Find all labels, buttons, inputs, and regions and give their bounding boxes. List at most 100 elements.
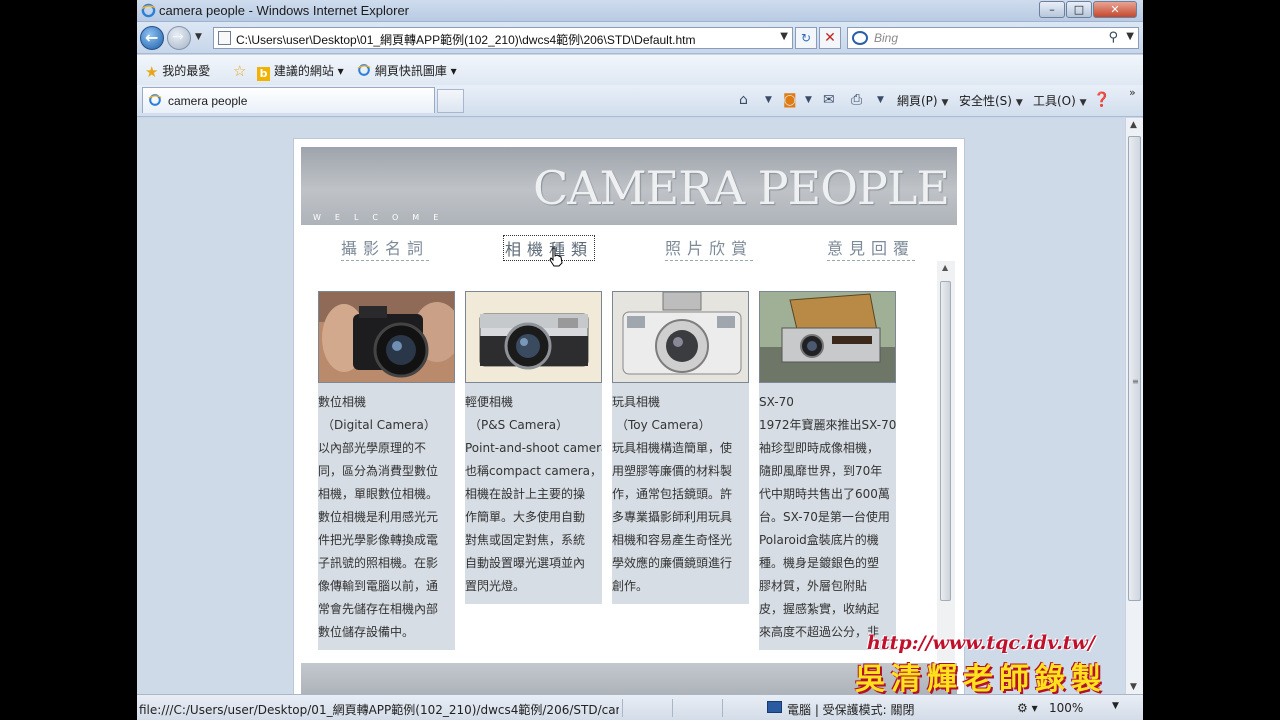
card-line: 子訊號的照相機。在影	[318, 556, 439, 570]
security-zone[interactable]: 電腦 | 受保護模式: 關閉	[787, 701, 915, 718]
favorites-button[interactable]: ★ 我的最愛	[145, 62, 210, 81]
scroll-down-icon[interactable]: ▼	[1130, 682, 1137, 692]
content-frame-scrollbar[interactable]: ▲	[937, 261, 955, 661]
print-icon[interactable]: ⎙	[851, 92, 862, 108]
screen: camera people - Windows Internet Explore…	[0, 0, 1280, 720]
card-line: 隨即風靡世界，到70年	[759, 464, 883, 478]
suggested-sites-link[interactable]: b 建議的網站 ▾	[257, 62, 344, 81]
web-slice-gallery-link[interactable]: 網頁快訊圖庫 ▾	[357, 62, 457, 79]
site-banner: CAMERA PEOPLE WELCOME	[301, 147, 957, 225]
video-watermark: http://www.tqc.idv.tw/ 吳清輝老師錄製	[855, 632, 1115, 697]
toy-camera-photo	[612, 291, 749, 383]
card-digital-camera: 數位相機 （Digital Camera） 以內部光學原理的不 同，區分為消費型…	[318, 291, 455, 650]
card-line: 常會先儲存在相機內部	[318, 602, 439, 616]
favorites-label: 我的最愛	[162, 64, 211, 78]
nav-link-feedback[interactable]: 意見回覆	[827, 235, 916, 261]
card-sx70: SX-70 1972年寶麗來推出SX-70 袖珍型即時成像相機， 隨即風靡世界，…	[759, 291, 896, 650]
zoom-dropdown-icon[interactable]: ▼	[1112, 701, 1119, 711]
card-line: 玩具相機構造簡單，使	[612, 441, 733, 455]
card-subtitle: 1972年寶麗來推出SX-70	[759, 418, 896, 432]
frame-scroll-thumb[interactable]	[940, 281, 951, 601]
web-slice-gallery-label: 網頁快訊圖庫 ▾	[374, 64, 457, 78]
status-divider	[672, 699, 673, 717]
ie-logo-icon	[141, 3, 156, 18]
status-divider	[622, 699, 623, 717]
add-favorite-button[interactable]: ☆	[233, 62, 246, 80]
page-menu[interactable]: 網頁(P) ▼	[897, 92, 948, 109]
home-dropdown-icon[interactable]: ▼	[765, 95, 772, 105]
card-point-and-shoot-text: 輕便相機 （P&S Camera） Point-and-shoot camera…	[465, 383, 602, 604]
card-line: 用塑膠等廉價的材料製	[612, 464, 733, 478]
safety-menu-label: 安全性(S)	[959, 94, 1012, 108]
tools-menu[interactable]: 工具(O) ▼	[1033, 92, 1087, 109]
address-url[interactable]: C:\Users\user\Desktop\01_網頁轉APP範例(102_21…	[236, 31, 696, 48]
maximize-button[interactable]: □	[1066, 1, 1092, 18]
card-line: 對焦或固定對焦，系統	[465, 533, 586, 547]
computer-zone-icon	[767, 701, 782, 713]
digital-camera-photo	[318, 291, 455, 383]
page-menu-label: 網頁(P)	[897, 94, 938, 108]
nav-link-photo-gallery[interactable]: 照片欣賞	[665, 235, 754, 261]
search-placeholder[interactable]: Bing	[874, 31, 898, 45]
add-star-icon: ☆	[233, 62, 247, 80]
back-button[interactable]	[140, 26, 164, 50]
page-icon	[218, 31, 231, 45]
nav-link-photo-terms[interactable]: 攝影名詞	[341, 235, 430, 261]
refresh-button[interactable]: ↻	[795, 27, 817, 49]
card-line: 也稱compact camera，	[465, 464, 602, 478]
welcome-text: WELCOME	[313, 213, 453, 222]
card-toy-camera: 玩具相機 （Toy Camera） 玩具相機構造簡單，使 用塑膠等廉價的材料製 …	[612, 291, 749, 604]
forward-button[interactable]	[167, 26, 191, 50]
tab-camera-people[interactable]: camera people	[142, 87, 435, 113]
scroll-up-icon[interactable]: ▲	[1130, 120, 1137, 130]
card-line: 創作。	[612, 579, 649, 593]
mail-icon[interactable]: ✉	[823, 92, 835, 108]
recent-pages-dropdown-icon[interactable]: ▼	[195, 32, 202, 42]
card-line: 多專業攝影師利用玩具	[612, 510, 733, 524]
window-title: camera people - Windows Internet Explore…	[159, 3, 410, 18]
card-subtitle: （Digital Camera）	[322, 418, 436, 432]
page-scrollbar[interactable]: ▲ ≡ ▼	[1125, 118, 1143, 694]
address-bar[interactable]: C:\Users\user\Desktop\01_網頁轉APP範例(102_21…	[213, 27, 793, 49]
stop-button[interactable]: ✕	[819, 27, 841, 49]
scroll-thumb[interactable]: ≡	[1128, 136, 1141, 601]
safety-menu[interactable]: 安全性(S) ▼	[959, 92, 1023, 109]
print-dropdown-icon[interactable]: ▼	[877, 95, 884, 105]
card-line: 台。SX-70是第一台使用	[759, 510, 890, 524]
favorites-bar: ★ 我的最愛 ☆ b 建議的網站 ▾ 網頁快訊圖庫 ▾	[137, 55, 1143, 85]
card-line: 袖珍型即時成像相機，	[759, 441, 880, 455]
new-tab-button[interactable]	[437, 89, 464, 113]
zoom-level[interactable]: 100%	[1049, 701, 1083, 715]
minimize-button[interactable]: –	[1039, 1, 1065, 18]
search-box[interactable]: Bing ⚲ ▼	[847, 27, 1139, 49]
card-line: 學效應的廉價鏡頭進行	[612, 556, 733, 570]
status-text: file:///C:/Users/user/Desktop/01_網頁轉APP範…	[139, 703, 619, 717]
card-line: Polaroid盒裝底片的機	[759, 533, 879, 547]
card-line: 種。機身是鍍銀色的塑	[759, 556, 880, 570]
card-line: 數位儲存設備中。	[318, 625, 415, 639]
card-title: 數位相機	[318, 395, 367, 409]
card-line: 自動設置曝光選項並內	[465, 556, 586, 570]
card-subtitle: （P&S Camera）	[469, 418, 569, 432]
card-title: 玩具相機	[612, 395, 661, 409]
card-line: 膠材質，外層包附貼	[759, 579, 868, 593]
help-icon[interactable]: ❓	[1093, 92, 1110, 108]
protected-mode-icon[interactable]: ⚙ ▾	[1017, 701, 1038, 715]
tools-menu-label: 工具(O)	[1033, 94, 1076, 108]
status-bar: file:///C:/Users/user/Desktop/01_網頁轉APP範…	[137, 694, 1143, 720]
suggested-sites-label: 建議的網站 ▾	[273, 64, 344, 78]
card-title: 輕便相機	[465, 395, 514, 409]
home-icon[interactable]: ⌂	[739, 92, 748, 108]
card-toy-camera-text: 玩具相機 （Toy Camera） 玩具相機構造簡單，使 用塑膠等廉價的材料製 …	[612, 383, 749, 604]
more-commands-icon[interactable]: »	[1129, 86, 1136, 99]
feeds-dropdown-icon[interactable]: ▼	[805, 95, 812, 105]
frame-scroll-up-icon[interactable]: ▲	[942, 263, 948, 272]
address-dropdown-icon[interactable]: ▼	[780, 31, 788, 42]
close-button[interactable]: ✕	[1093, 1, 1137, 18]
ie-icon	[357, 64, 371, 76]
feeds-icon[interactable]: ◙	[783, 92, 797, 108]
search-dropdown-icon[interactable]: ▼	[1126, 31, 1134, 42]
card-line: 數位相機是利用感光元	[318, 510, 439, 524]
site-page: CAMERA PEOPLE WELCOME 攝影名詞 相機種類 照片欣賞 意見回…	[293, 138, 965, 694]
search-icon[interactable]: ⚲	[1108, 30, 1118, 45]
